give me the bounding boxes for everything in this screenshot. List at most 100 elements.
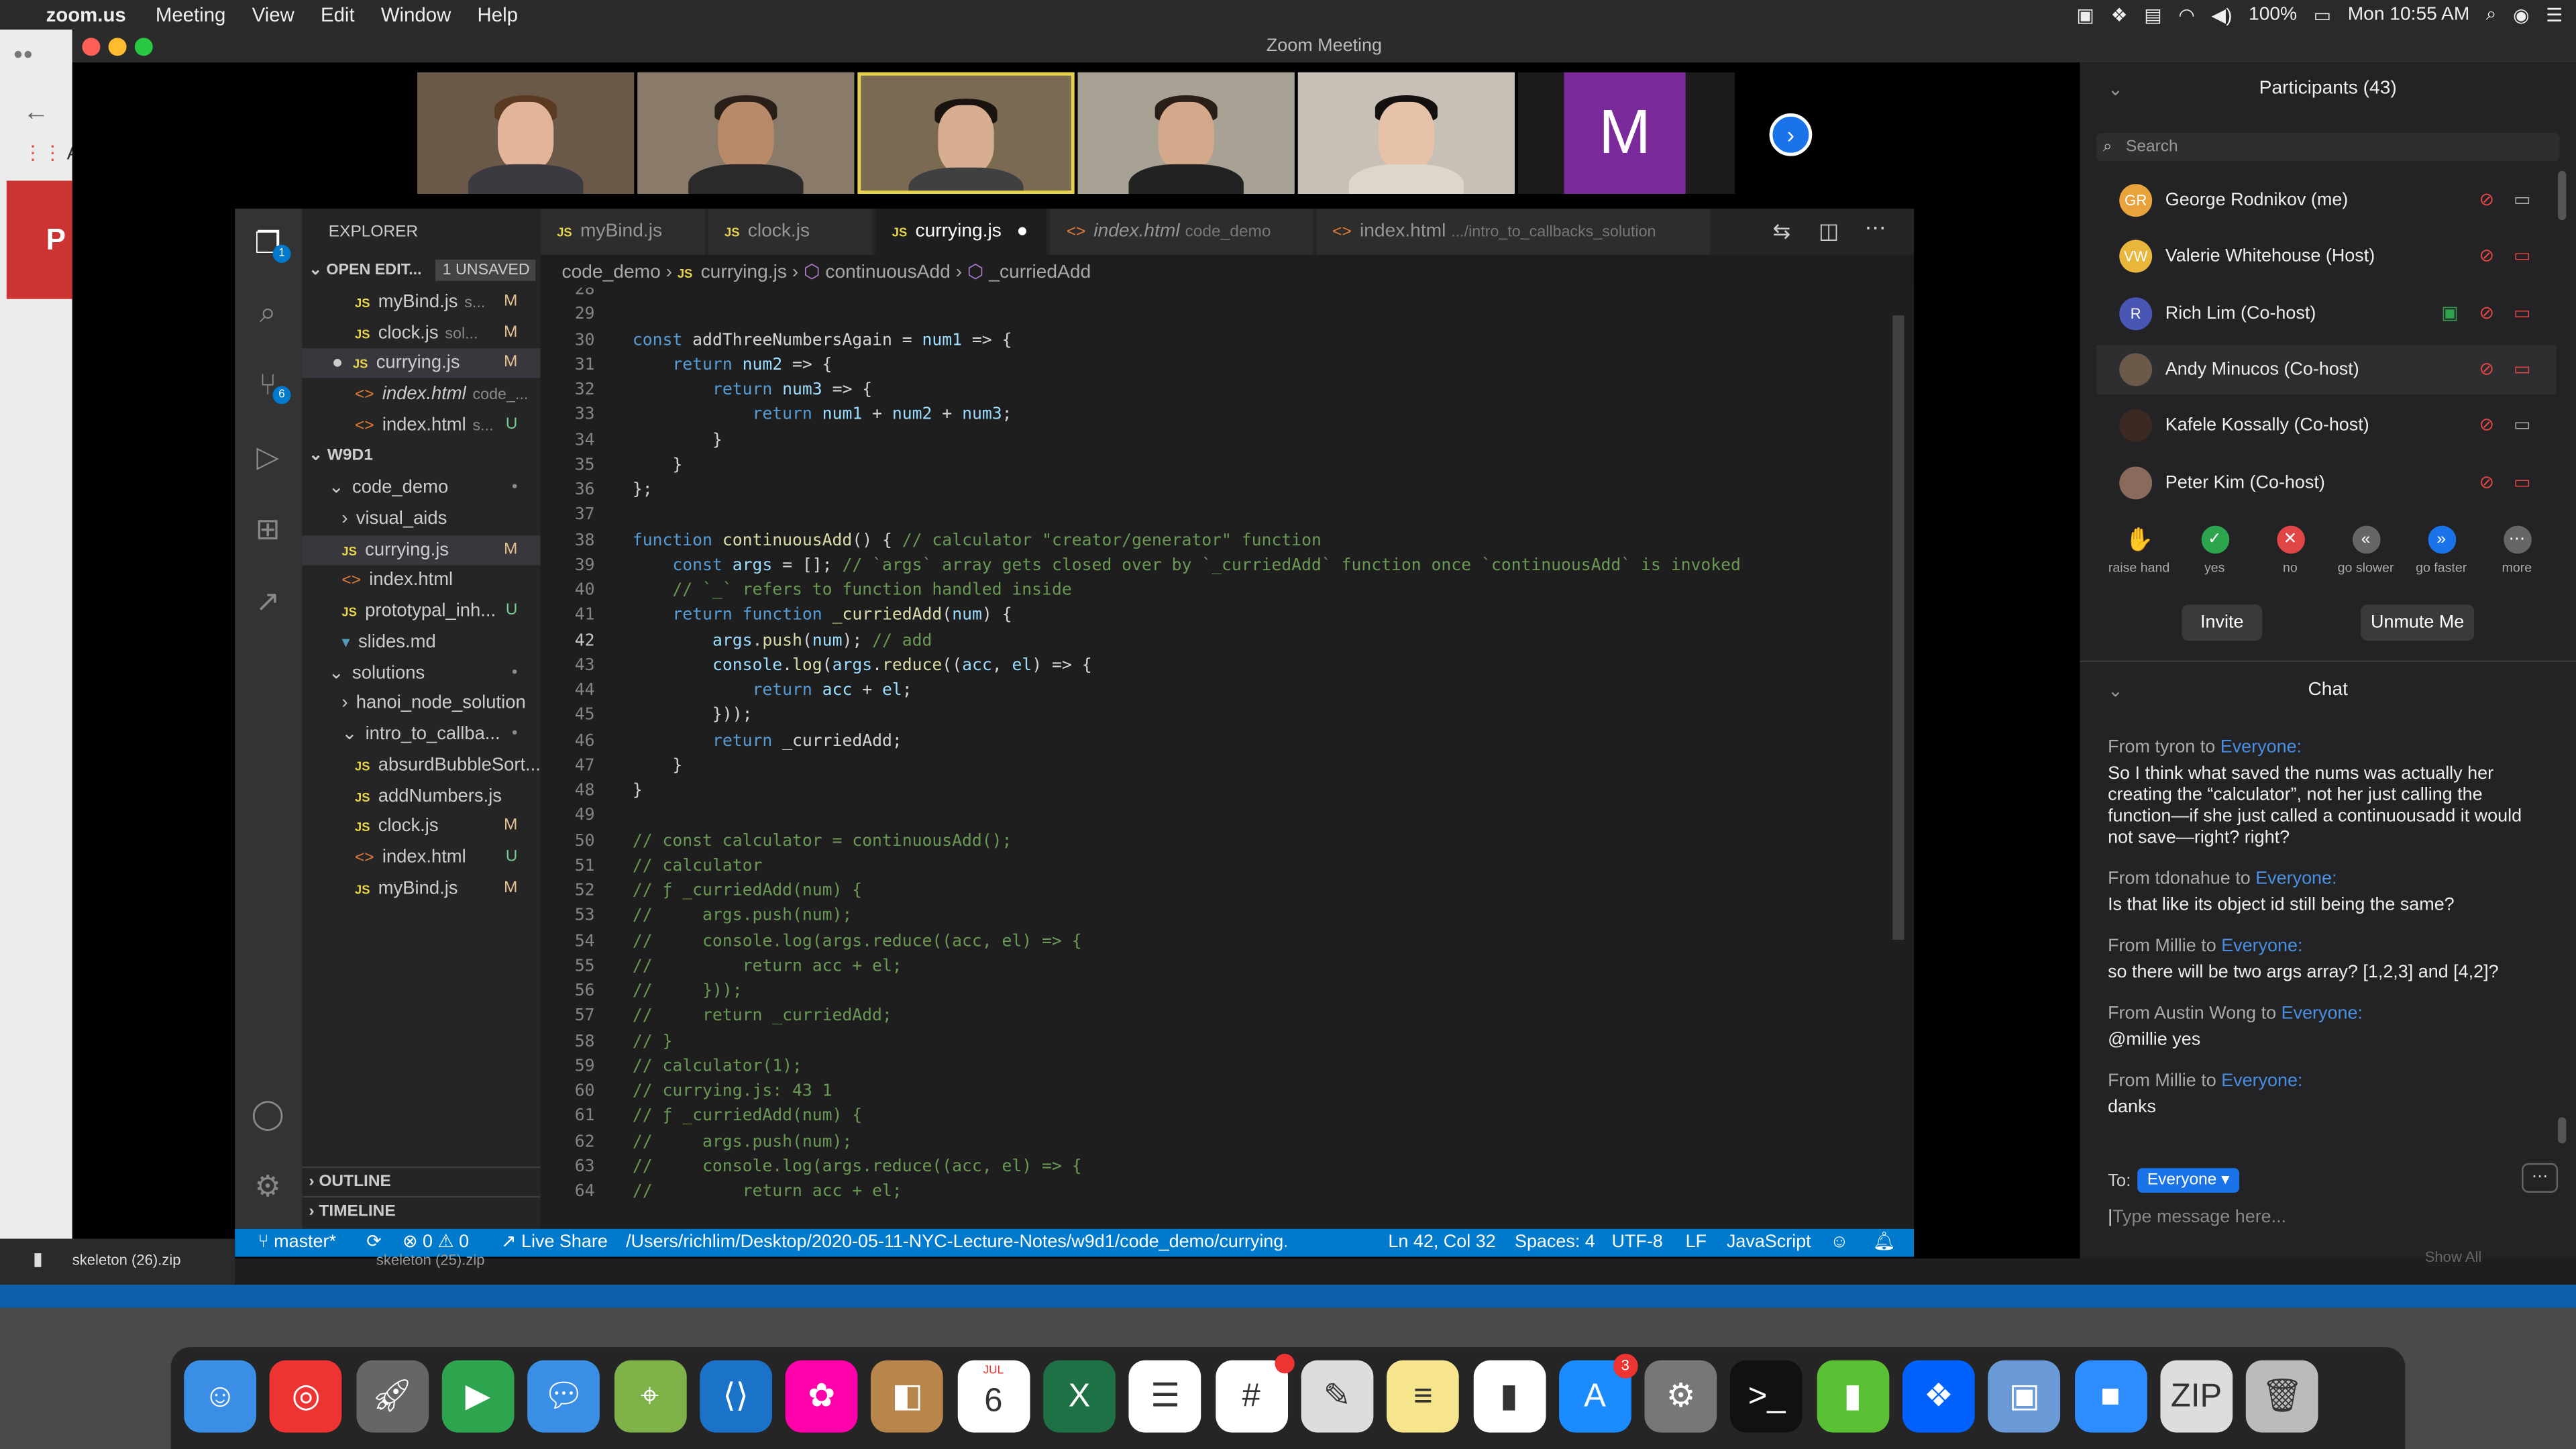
code-line[interactable]: // return acc + el; xyxy=(633,957,902,975)
code-line[interactable]: })); xyxy=(633,707,753,725)
unmute-me-button[interactable]: Unmute Me xyxy=(2361,604,2475,641)
tree-item[interactable]: <> index.html U xyxy=(303,843,541,872)
crumb-function[interactable]: continuousAdd xyxy=(825,263,950,282)
crumb-folder[interactable]: code_demo xyxy=(562,263,661,282)
code-line[interactable]: const args = []; // `args` array gets cl… xyxy=(633,557,1741,575)
notification-center-icon[interactable]: ☰ xyxy=(2546,3,2563,26)
open-editor-item[interactable]: JS myBind.js s... M xyxy=(303,288,541,317)
open-editor-item[interactable]: <> index.html s... U xyxy=(303,411,541,440)
video-thumb-active-speaker[interactable] xyxy=(857,72,1075,194)
code-line[interactable]: // `_` refers to function handled inside xyxy=(633,582,1071,600)
split-editor-icon[interactable]: ◫ xyxy=(1819,219,1839,245)
calendar-icon[interactable]: JUL 6 xyxy=(957,1360,1030,1433)
outline-section[interactable]: › OUTLINE xyxy=(302,1166,541,1196)
tree-item[interactable]: JS clock.js M xyxy=(303,812,541,841)
back-arrow-icon[interactable]: ← xyxy=(23,99,49,128)
video-off-icon[interactable]: ▭ xyxy=(2514,302,2530,323)
numbers-icon[interactable]: ▮ xyxy=(1472,1360,1546,1433)
menu-view[interactable]: View xyxy=(252,3,294,26)
more-actions-icon[interactable]: ⋯ xyxy=(1865,215,1886,241)
preview-icon[interactable]: ▣ xyxy=(1988,1360,2061,1433)
spotlight-icon[interactable]: ⌕ xyxy=(2486,4,2497,25)
chrome-icon[interactable]: ◎ xyxy=(270,1360,343,1433)
live-share-status[interactable]: ↗ Live Share xyxy=(501,1229,608,1257)
close-window-button[interactable] xyxy=(82,38,101,56)
video-thumb-2[interactable] xyxy=(637,72,855,194)
source-control-icon[interactable]: ⑂ 6 xyxy=(250,366,291,405)
messages-icon[interactable]: 💬︎ xyxy=(527,1360,600,1433)
code-line[interactable]: return acc + el; xyxy=(633,682,912,700)
evernote-green-icon[interactable]: ▮ xyxy=(1816,1360,1889,1433)
menu-edit[interactable]: Edit xyxy=(321,3,355,26)
extensions-icon[interactable]: ⊞ xyxy=(250,511,286,547)
editor-scrollbar[interactable] xyxy=(1892,315,1904,940)
app-store-icon[interactable]: A3 xyxy=(1558,1353,1638,1433)
participant-name[interactable]: Rich Lim (Co-host) xyxy=(2165,303,2316,323)
participant-name[interactable]: George Rodnikov (me) xyxy=(2165,191,2349,210)
zoom-tray-icon[interactable]: ▣ xyxy=(2076,3,2094,26)
slack-icon[interactable]: # xyxy=(1215,1353,1294,1433)
code-line[interactable]: // return _curriedAdd; xyxy=(633,1008,892,1026)
vscode-icon[interactable]: ⟨⟩ xyxy=(699,1360,772,1433)
terminal-icon[interactable]: >_ xyxy=(1730,1360,1803,1433)
tab-currying[interactable]: JS currying.js ● xyxy=(875,209,1047,255)
video-thumb-5[interactable] xyxy=(1297,72,1515,194)
muted-mic-icon[interactable]: ⊘ xyxy=(2479,246,2495,266)
chat-scrollbar[interactable] xyxy=(2558,1117,2567,1144)
show-all-downloads[interactable]: Show All xyxy=(2425,1248,2482,1265)
encoding-status[interactable]: UTF-8 xyxy=(1611,1229,1662,1257)
open-editor-item[interactable]: <> index.html code_... xyxy=(303,380,541,409)
tab-clock[interactable]: JS clock.js xyxy=(708,209,873,255)
menu-help[interactable]: Help xyxy=(478,3,518,26)
dropbox-icon[interactable]: ❖ xyxy=(1902,1360,1975,1433)
code-line[interactable]: function continuousAdd() { // calculator… xyxy=(633,531,1322,549)
explorer-icon[interactable]: ❐ 1 xyxy=(250,225,291,263)
invite-button[interactable]: Invite xyxy=(2182,604,2263,641)
reaction-go-slower[interactable]: « go slower xyxy=(2330,525,2402,575)
battery-icon[interactable]: ▭ xyxy=(2314,3,2332,26)
feedback-icon[interactable]: ☺ xyxy=(1830,1229,1849,1257)
code-line[interactable]: // args.push(num); xyxy=(633,1133,852,1151)
reminders-icon[interactable]: ☰ xyxy=(1129,1360,1201,1433)
participant-name[interactable]: Kafele Kossally (Co-host) xyxy=(2165,416,2369,435)
notes-icon[interactable]: ≡ xyxy=(1387,1360,1460,1433)
code-line[interactable]: // return acc + el; xyxy=(633,1183,902,1201)
maps-icon[interactable]: ⌖ xyxy=(613,1360,686,1433)
code-line[interactable]: // calculator(1); xyxy=(633,1058,802,1076)
zoom-dock-icon[interactable]: ■ xyxy=(2074,1360,2147,1433)
next-thumbs-button[interactable]: › xyxy=(1769,113,1813,156)
code-line[interactable]: // console.log(args.reduce((acc, el) => … xyxy=(633,932,1082,951)
unsaved-dot-icon[interactable]: ● xyxy=(1016,222,1028,241)
chat-recipient-select[interactable]: Everyone ▾ xyxy=(2137,1168,2240,1193)
system-preferences-icon[interactable]: ⚙ xyxy=(1644,1360,1717,1433)
menu-window[interactable]: Window xyxy=(381,3,451,26)
contacts-icon[interactable]: ◧ xyxy=(871,1360,944,1433)
siri-icon[interactable]: ◉ xyxy=(2513,3,2530,26)
wifi-icon[interactable]: ◠ xyxy=(2178,3,2195,26)
tree-item[interactable]: JS addNumbers.js xyxy=(303,781,541,810)
archive-zip-icon[interactable]: ZIP xyxy=(2160,1360,2233,1433)
run-debug-icon[interactable]: ▷ xyxy=(250,439,286,475)
participant-name[interactable]: Andy Minucos (Co-host) xyxy=(2165,360,2359,379)
video-off-icon[interactable]: ▭ xyxy=(2514,415,2530,435)
open-editors-header[interactable]: ⌄ OPEN EDIT... 1 UNSAVED xyxy=(303,256,541,286)
tree-item[interactable]: JS prototypal_inh... U xyxy=(303,596,541,626)
code-line[interactable]: return function _curriedAdd(num) { xyxy=(633,606,1012,625)
muted-mic-icon[interactable]: ⊘ xyxy=(2479,471,2495,492)
video-thumb-6[interactable]: M xyxy=(1517,72,1735,194)
menu-meeting[interactable]: Meeting xyxy=(156,3,226,26)
muted-mic-icon[interactable]: ⊘ xyxy=(2479,302,2495,323)
photos-icon[interactable]: ✿ xyxy=(785,1360,858,1433)
code-editor[interactable]: 28 29 30 const addThreeNumbersAgain = num1 … xyxy=(540,287,1915,1229)
tree-item[interactable]: JS currying.js M xyxy=(302,535,541,565)
code-line[interactable]: // })); xyxy=(633,983,743,1001)
code-line[interactable]: } xyxy=(633,431,722,449)
code-line[interactable]: return num3 => { xyxy=(633,381,872,399)
reaction-yes[interactable]: ✓ yes xyxy=(2178,525,2251,575)
account-icon[interactable]: ◯ xyxy=(250,1095,286,1132)
tree-item[interactable]: ⌄ intro_to_callba... • xyxy=(303,720,541,749)
code-line[interactable]: // ƒ _curriedAdd(num) { xyxy=(633,882,862,900)
minimize-window-button[interactable] xyxy=(108,38,127,56)
code-line[interactable]: } xyxy=(633,782,643,800)
code-line[interactable]: // console.log(args.reduce((acc, el) => … xyxy=(633,1158,1082,1176)
